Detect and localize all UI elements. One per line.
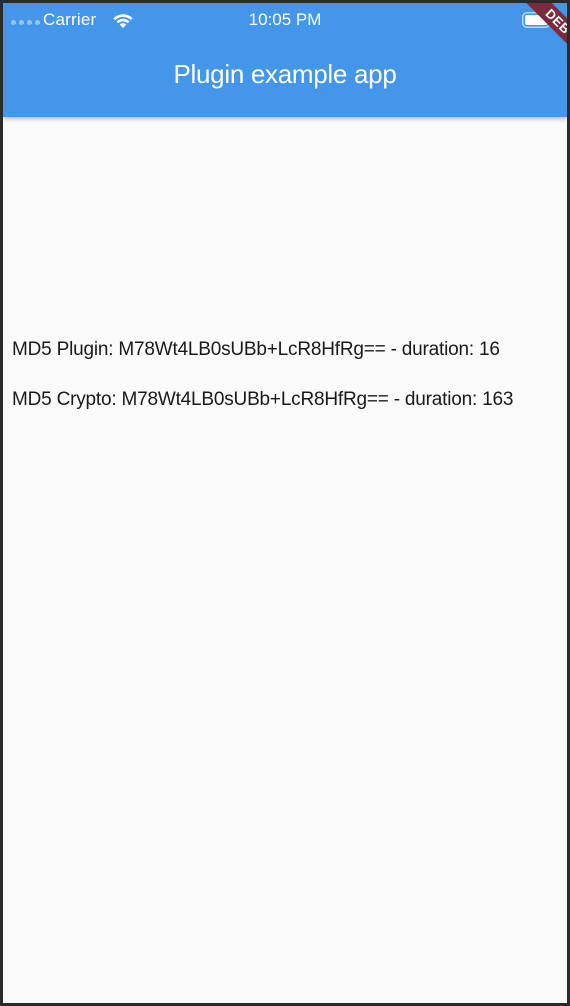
phone-screen: Carrier 10:05 PM Plugin example app DEBU… [3, 3, 567, 1003]
md5-crypto-result: MD5 Crypto: M78Wt4LB0sUBb+LcR8HfRg== - d… [12, 389, 514, 410]
main-content: MD5 Plugin: M78Wt4LB0sUBb+LcR8HfRg== - d… [3, 117, 567, 1003]
md5-plugin-result: MD5 Plugin: M78Wt4LB0sUBb+LcR8HfRg== - d… [12, 339, 500, 360]
app-bar-title: Plugin example app [173, 59, 397, 89]
status-bar: Carrier 10:05 PM [3, 3, 567, 35]
status-time: 10:05 PM [248, 10, 322, 29]
app-bar: Carrier 10:05 PM Plugin example app [3, 3, 567, 117]
